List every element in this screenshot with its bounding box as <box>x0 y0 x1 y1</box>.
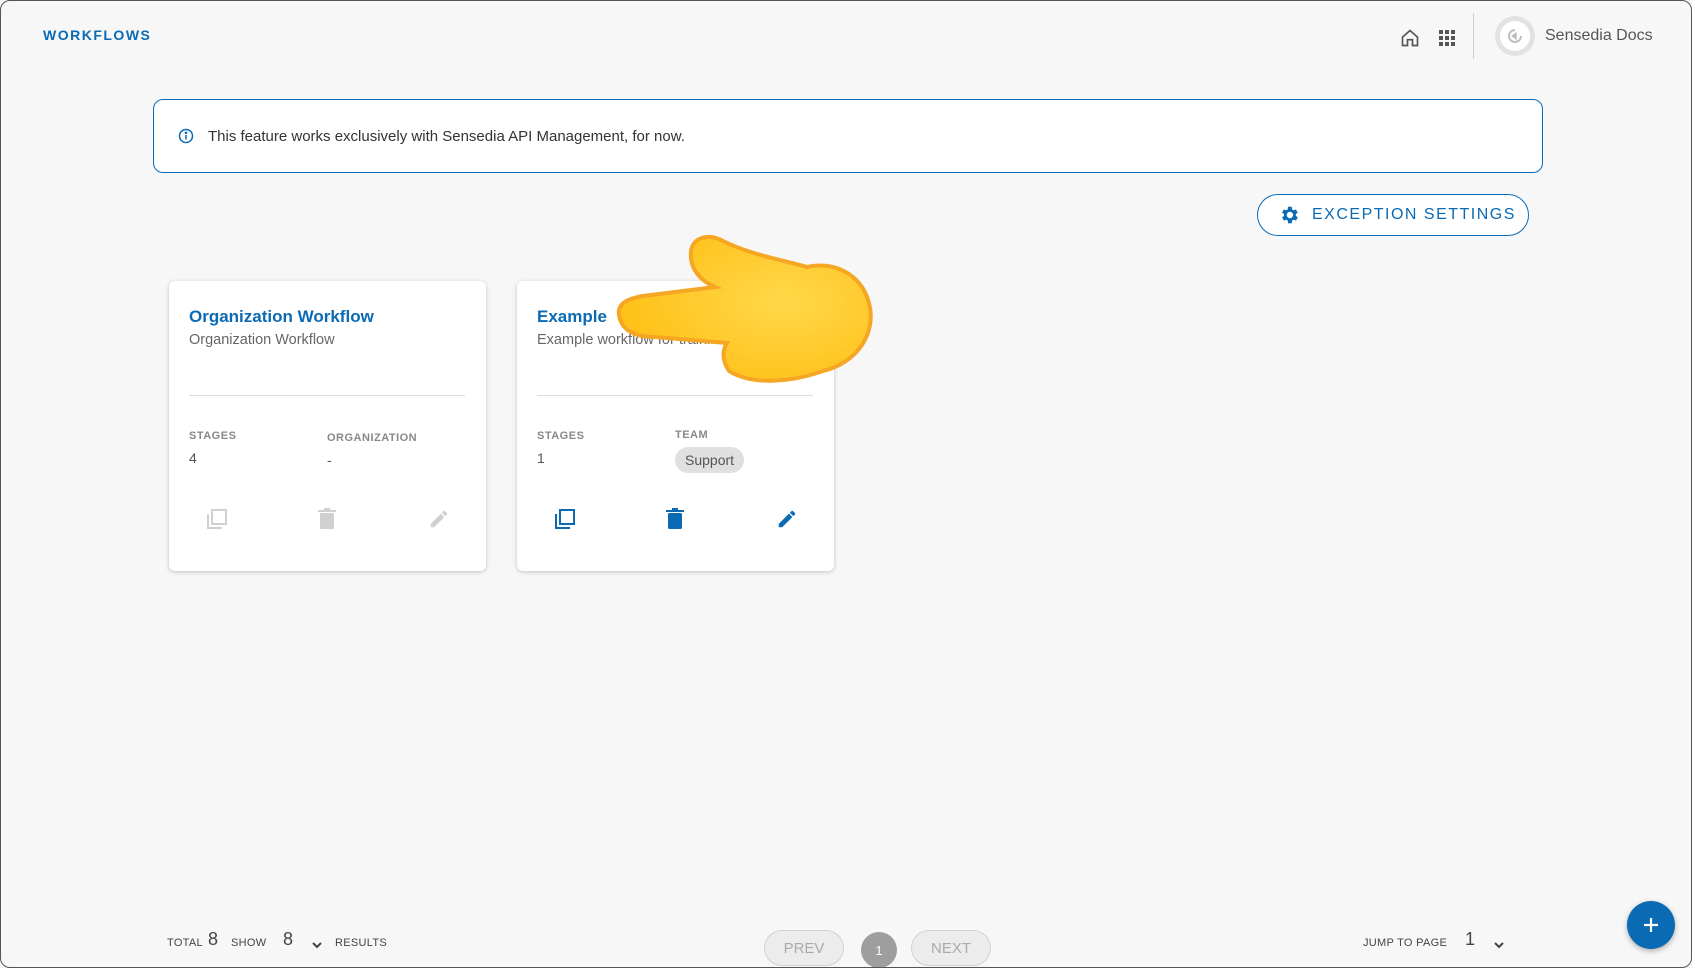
total-label: TOTAL <box>167 937 203 949</box>
info-banner: This feature works exclusively with Sens… <box>153 99 1543 173</box>
app-frame: WORKFLOWS Sensedia Docs This feature wor… <box>0 0 1692 968</box>
workflow-title[interactable]: Organization Workflow <box>189 307 374 327</box>
info-icon <box>178 128 194 144</box>
stages-label: STAGES <box>189 430 237 442</box>
current-page-button[interactable]: 1 <box>861 932 897 967</box>
workflow-card[interactable]: Organization Workflow Organization Workf… <box>169 281 486 571</box>
delete-icon[interactable] <box>313 505 341 533</box>
exception-settings-label: EXCEPTION SETTINGS <box>1312 206 1516 223</box>
chevron-down-icon[interactable] <box>1493 939 1505 951</box>
workflow-description: Organization Workflow <box>189 332 335 348</box>
apps-grid-icon[interactable] <box>1434 25 1460 51</box>
exception-settings-button[interactable]: EXCEPTION SETTINGS <box>1257 194 1529 236</box>
organization-label: ORGANIZATION <box>327 432 418 444</box>
duplicate-icon[interactable] <box>203 505 231 533</box>
results-label: RESULTS <box>335 937 388 949</box>
plus-icon <box>1644 918 1658 932</box>
stages-label: STAGES <box>537 430 585 442</box>
user-name[interactable]: Sensedia Docs <box>1545 27 1653 45</box>
total-value: 8 <box>208 929 219 949</box>
show-select-value[interactable]: 8 <box>283 929 293 950</box>
header-divider <box>1473 13 1474 59</box>
edit-icon[interactable] <box>773 505 801 533</box>
workflow-title[interactable]: Example <box>537 307 607 327</box>
add-workflow-button[interactable] <box>1627 901 1675 949</box>
delete-icon[interactable] <box>661 505 689 533</box>
gear-icon <box>1282 206 1298 224</box>
prev-button[interactable]: PREV <box>764 930 844 966</box>
card-divider <box>537 395 813 396</box>
stages-value: 4 <box>189 450 197 466</box>
edit-icon[interactable] <box>425 505 453 533</box>
duplicate-icon[interactable] <box>551 505 579 533</box>
home-icon[interactable] <box>1397 25 1423 51</box>
next-button[interactable]: NEXT <box>911 930 991 966</box>
jump-to-page-label: JUMP TO PAGE <box>1363 937 1448 949</box>
jump-to-page-value[interactable]: 1 <box>1465 929 1475 950</box>
team-label: TEAM <box>675 429 709 441</box>
avatar[interactable] <box>1495 16 1535 56</box>
banner-text: This feature works exclusively with Sens… <box>208 127 685 145</box>
page-title: WORKFLOWS <box>43 27 152 43</box>
team-chip: Support <box>675 447 745 473</box>
organization-value: - <box>327 452 332 468</box>
chevron-down-icon[interactable] <box>311 939 323 951</box>
show-label: SHOW <box>231 937 267 949</box>
card-divider <box>189 395 465 396</box>
stages-value: 1 <box>537 450 545 466</box>
pointing-hand-icon <box>616 234 873 383</box>
sensedia-logo-icon <box>1500 21 1530 51</box>
